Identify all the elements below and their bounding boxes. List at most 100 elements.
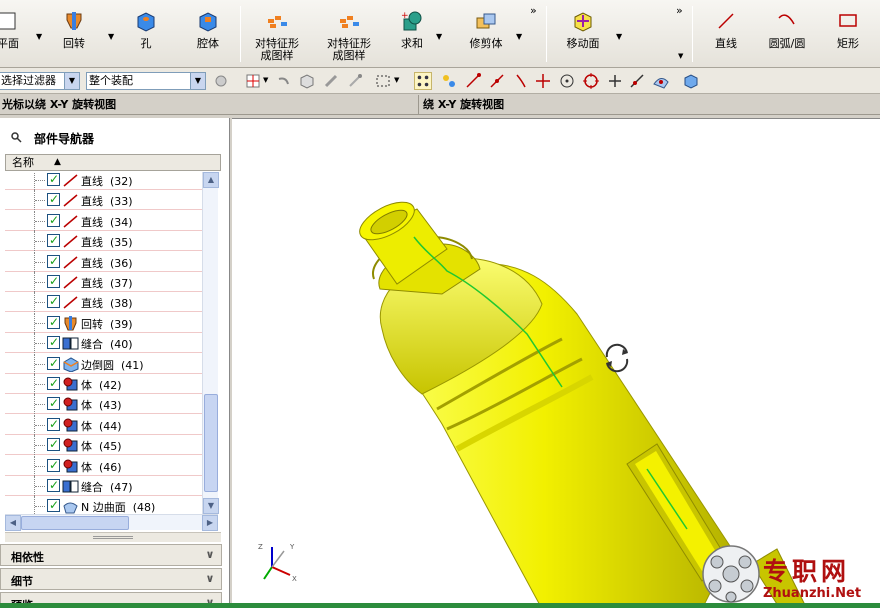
panel-splitter[interactable] <box>5 532 221 542</box>
tree-row[interactable]: ✓ N 边曲面 (48) <box>5 496 202 514</box>
more-button[interactable]: » <box>530 4 537 17</box>
ribbon-expand[interactable]: ▼ <box>678 52 683 60</box>
select-edge-icon[interactable] <box>346 72 364 90</box>
tree-row[interactable]: ✓ 直线 (35) <box>5 231 202 252</box>
tree-row[interactable]: ✓ 边倒圆 (41) <box>5 353 202 374</box>
tree-row-label: 直线 (32) <box>81 175 133 188</box>
trim-body-button[interactable]: 修剪体 <box>462 4 510 64</box>
tree-row[interactable]: ✓ 体 (42) <box>5 374 202 394</box>
visibility-checkbox[interactable]: ✓ <box>47 172 60 186</box>
select-body-icon[interactable] <box>298 72 316 90</box>
tree-row[interactable]: ✓ 体 (43) <box>5 394 202 415</box>
visibility-checkbox[interactable]: ✓ <box>47 437 60 452</box>
plane-dropdown[interactable]: ▼ <box>36 32 42 41</box>
mid-point-icon[interactable] <box>488 72 506 90</box>
visibility-checkbox[interactable]: ✓ <box>47 335 60 350</box>
type-filter-select[interactable]: 选择过滤器 ▼ <box>0 72 80 90</box>
point-on-curve-icon[interactable] <box>628 72 646 90</box>
visibility-checkbox[interactable]: ✓ <box>47 376 60 390</box>
hole-button[interactable]: 孔 <box>124 4 168 64</box>
control-point-icon[interactable] <box>512 72 530 90</box>
visibility-checkbox[interactable]: ✓ <box>47 356 60 370</box>
snap-point-icon[interactable] <box>244 72 262 90</box>
visibility-checkbox[interactable]: ✓ <box>47 458 60 472</box>
panel-dependencies[interactable]: 相依性 ∨ <box>0 544 222 566</box>
move-face-dropdown[interactable]: ▼ <box>616 32 622 41</box>
arc-button[interactable]: 圆弧/圆 <box>762 4 812 64</box>
snap-all-icon[interactable] <box>414 72 432 90</box>
horizontal-scroll-thumb[interactable] <box>21 516 129 530</box>
unite-dropdown[interactable]: ▼ <box>436 32 442 41</box>
unite-button[interactable]: + 求和 <box>390 4 434 64</box>
tree-row[interactable]: ✓ 回转 (39) <box>5 312 202 333</box>
tree-row[interactable]: ✓ 直线 (37) <box>5 272 202 292</box>
trim-body-dropdown[interactable]: ▼ <box>516 32 522 41</box>
tree-row[interactable]: ✓ 直线 (34) <box>5 210 202 231</box>
vertical-scrollbar[interactable]: ▲ ▼ <box>202 172 219 514</box>
scroll-left-button[interactable]: ◀ <box>5 515 21 531</box>
pin-icon[interactable] <box>10 131 22 143</box>
plane-button[interactable]: 平面 <box>0 4 30 64</box>
vertical-scroll-thumb[interactable] <box>204 394 218 492</box>
point-on-face-icon[interactable] <box>652 72 670 90</box>
horizontal-scrollbar[interactable]: ◀ ▶ <box>5 514 218 531</box>
pattern-feature-button-2[interactable]: 对特征形 成图样 <box>322 4 376 64</box>
visibility-checkbox[interactable]: ✓ <box>47 254 60 268</box>
move-face-button[interactable]: 移动面 <box>556 4 610 64</box>
line-button[interactable]: 直线 <box>704 4 748 64</box>
scroll-down-button[interactable]: ▼ <box>203 498 219 514</box>
view-icon[interactable] <box>682 72 700 90</box>
arc-center-icon[interactable] <box>558 72 576 90</box>
revolve-dropdown[interactable]: ▼ <box>108 32 114 41</box>
pattern-feature-icon <box>268 16 287 28</box>
filter-settings-icon[interactable] <box>212 72 230 90</box>
visibility-checkbox[interactable]: ✓ <box>47 478 60 492</box>
tree-row[interactable]: ✓ 直线 (36) <box>5 251 202 272</box>
visibility-checkbox[interactable]: ✓ <box>47 213 60 227</box>
tree-row[interactable]: ✓ 缝合 (47) <box>5 476 202 496</box>
ribbon-separator <box>546 6 547 62</box>
assembly-filter-select[interactable]: 整个装配 ▼ <box>86 72 206 90</box>
visibility-checkbox[interactable]: ✓ <box>47 498 60 513</box>
visibility-checkbox[interactable]: ✓ <box>47 274 60 288</box>
visibility-checkbox[interactable]: ✓ <box>47 294 60 309</box>
visibility-checkbox[interactable]: ✓ <box>47 396 60 411</box>
rectangle-select-icon[interactable] <box>374 72 392 90</box>
panel-details[interactable]: 细节 ∨ <box>0 568 222 590</box>
scroll-right-button[interactable]: ▶ <box>202 515 218 531</box>
tree-row[interactable]: ✓ 体 (44) <box>5 414 202 435</box>
tree-row[interactable]: ✓ 直线 (38) <box>5 292 202 313</box>
select-face-icon[interactable] <box>322 72 340 90</box>
tree-row[interactable]: ✓ 缝合 (40) <box>5 333 202 354</box>
tree-connector <box>35 384 45 385</box>
revolve-button[interactable]: 回转 <box>52 4 96 64</box>
pocket-button[interactable]: 腔体 <box>186 4 230 64</box>
tree-row[interactable]: ✓ 体 (46) <box>5 455 202 476</box>
tree-row-label: 体 (45) <box>81 440 122 454</box>
rectangle-select-dropdown[interactable]: ▼ <box>394 76 399 84</box>
quadrant-icon[interactable] <box>582 72 600 90</box>
existing-point-icon[interactable] <box>606 72 624 90</box>
snap-point-dropdown[interactable]: ▼ <box>263 76 268 84</box>
checkmark-icon: ✓ <box>49 396 60 411</box>
visibility-checkbox[interactable]: ✓ <box>47 315 60 329</box>
undo-icon[interactable] <box>274 72 292 90</box>
tree-row-label: N 边曲面 (48) <box>81 501 156 514</box>
scroll-up-button[interactable]: ▲ <box>203 172 219 188</box>
graphics-window[interactable]: Z Y X 专职网 Zhuanzhi.Net <box>232 118 880 608</box>
intersection-icon[interactable] <box>534 72 552 90</box>
visibility-checkbox[interactable]: ✓ <box>47 417 60 431</box>
visibility-checkbox[interactable]: ✓ <box>47 233 60 248</box>
tree-connector <box>34 496 35 514</box>
column-header-name[interactable]: 名称 ▲ <box>5 154 221 171</box>
tree-row[interactable]: ✓ 直线 (32) <box>5 172 202 190</box>
tree-row[interactable]: ✓ 体 (45) <box>5 435 202 456</box>
more-button-2[interactable]: » <box>676 4 683 17</box>
snap-settings-icon[interactable] <box>440 72 458 90</box>
rectangle-button[interactable]: 矩形 <box>826 4 870 64</box>
bottle-model[interactable] <box>232 119 880 608</box>
visibility-checkbox[interactable]: ✓ <box>47 192 60 207</box>
tree-row[interactable]: ✓ 直线 (33) <box>5 190 202 211</box>
pattern-feature-button[interactable]: 对特征形 成图样 <box>250 4 304 64</box>
end-point-icon[interactable] <box>464 72 482 90</box>
